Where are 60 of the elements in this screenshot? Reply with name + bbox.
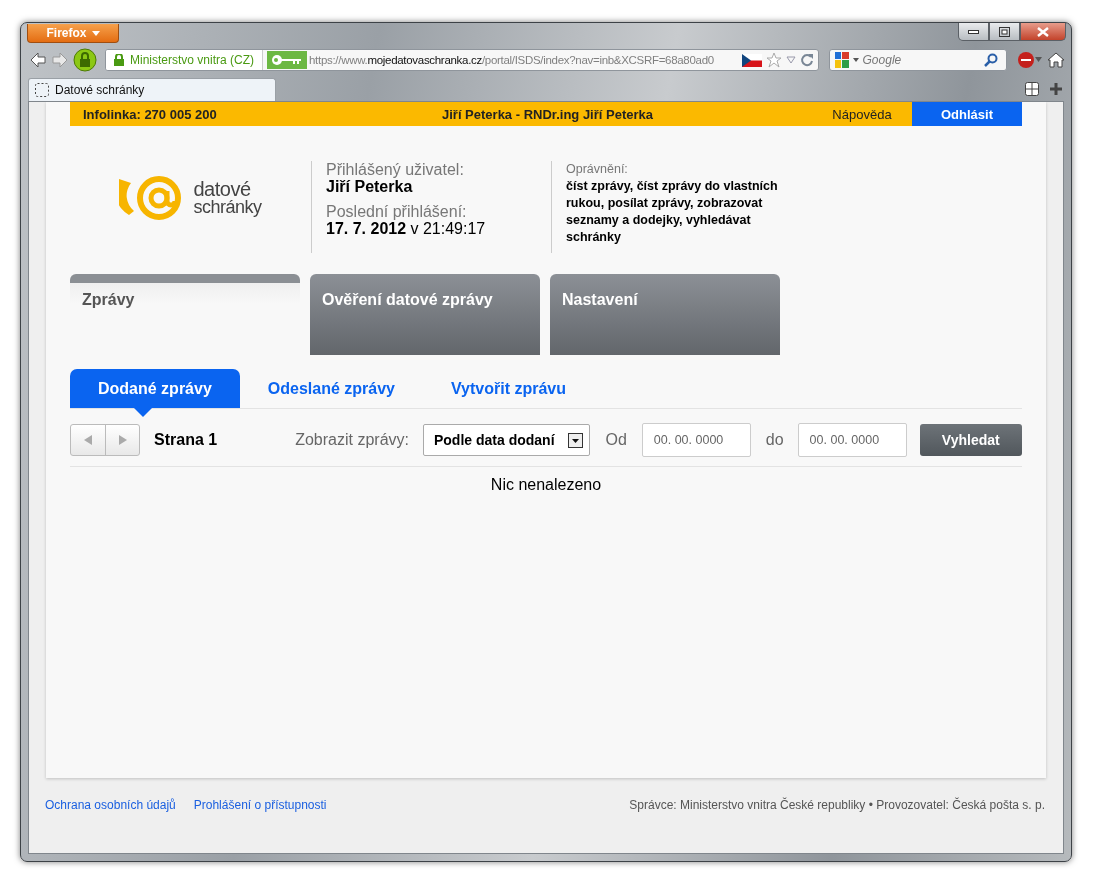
sort-dropdown[interactable]: Podle data dodaní — [422, 424, 591, 456]
caret-icon — [91, 30, 100, 36]
hotline-text: Infolinka: 270 005 200 — [82, 106, 218, 122]
footer-text: Správce: Ministerstvo vnitra České republiky • Provozovatel: Česká pošta s. p. — [629, 798, 1045, 812]
minimize-button[interactable] — [958, 23, 989, 41]
sub-tab[interactable]: Odeslané zprávy — [239, 369, 423, 408]
lock-icon — [114, 54, 124, 66]
filter-label: Zobrazit zprávy: — [295, 431, 409, 449]
logo-text: datové — [193, 179, 252, 198]
star-icon[interactable] — [765, 52, 782, 68]
sub-tab[interactable]: Vytvořit zprávu — [423, 369, 594, 408]
user-name: Jiří Peterka - RNDr.ing Jiří Peterka — [441, 106, 654, 122]
main-tab[interactable]: Nastavení — [550, 274, 780, 355]
minimize-icon — [968, 29, 979, 34]
to-label: do — [765, 431, 784, 449]
from-label: Od — [605, 431, 627, 449]
search-field[interactable]: Google — [862, 53, 981, 67]
empty-message: Nic nenalezeno — [490, 476, 602, 494]
url-text: https://www.mojedatovaschranka.cz/portal/ISDS/index?nav=inb&XCSRF=68a80ad0 — [309, 54, 715, 66]
search-engine-icon[interactable] — [833, 51, 860, 69]
footer-link[interactable]: Prohlášení o přístupnosti — [193, 798, 327, 812]
search-icon[interactable] — [983, 53, 998, 67]
adblock-icon[interactable] — [1017, 51, 1043, 69]
maximize-button[interactable] — [989, 23, 1020, 41]
logo-text: schránky — [193, 197, 262, 216]
page-icon — [35, 83, 49, 97]
left-triangle-icon — [84, 435, 92, 445]
date-to-field[interactable]: 00. 00. 0000 — [797, 423, 907, 457]
footer-link[interactable]: Ochrana osobních údajů — [45, 798, 176, 812]
browser-tab[interactable]: Datové schránky — [28, 78, 276, 101]
tab-groups-icon[interactable] — [1025, 82, 1039, 96]
logout-button[interactable]: Odhlásit — [912, 102, 1022, 126]
home-button[interactable] — [1047, 51, 1065, 69]
main-tab[interactable]: Ověření datové zprávy — [310, 274, 540, 355]
right-triangle-icon — [118, 435, 127, 445]
sub-tab[interactable]: Dodané zprávy — [70, 369, 240, 408]
field-label: Oprávnění: — [566, 161, 629, 178]
field-value: číst zprávy, číst zprávy do vlastních rukou, posílat zprávy, zobrazovat seznamy a dodejky, vyhledávat schránky — [566, 178, 779, 246]
key-icon — [267, 51, 307, 69]
help-link[interactable]: Nápověda — [812, 106, 912, 122]
restore-icon — [999, 26, 1010, 37]
padlock-addon-icon[interactable] — [73, 48, 97, 72]
firefox-menu-button[interactable]: Firefox — [27, 24, 119, 43]
back-button[interactable] — [29, 51, 47, 69]
new-tab-button[interactable] — [1049, 82, 1063, 96]
search-bar[interactable]: Google — [828, 49, 1007, 71]
date-from-field[interactable]: 00. 00. 0000 — [641, 423, 751, 457]
field-value: Jiří Peterka — [326, 178, 414, 195]
tab-pointer-icon — [134, 408, 152, 417]
reload-icon[interactable] — [799, 53, 814, 67]
field-value: 17. 7. 2012 v 21:49:17 — [326, 220, 487, 237]
page-label: Strana 1 — [154, 431, 219, 449]
field-label: Poslední přihlášení: — [326, 203, 468, 220]
close-button[interactable] — [1020, 23, 1066, 41]
czech-flag-icon — [741, 53, 762, 67]
site-identity[interactable]: Ministerstvo vnitra (CZ) — [106, 50, 263, 70]
search-button[interactable]: Vyhledat — [919, 424, 1022, 456]
close-icon — [1037, 26, 1049, 37]
field-label: Přihlášený uživatel: — [326, 161, 465, 178]
address-bar[interactable]: Ministerstvo vnitra (CZ) https://www.mojedatovaschranka.cz/portal/ISDS/index?nav=inb&XCSRF=68a80ad0 — [105, 49, 819, 71]
